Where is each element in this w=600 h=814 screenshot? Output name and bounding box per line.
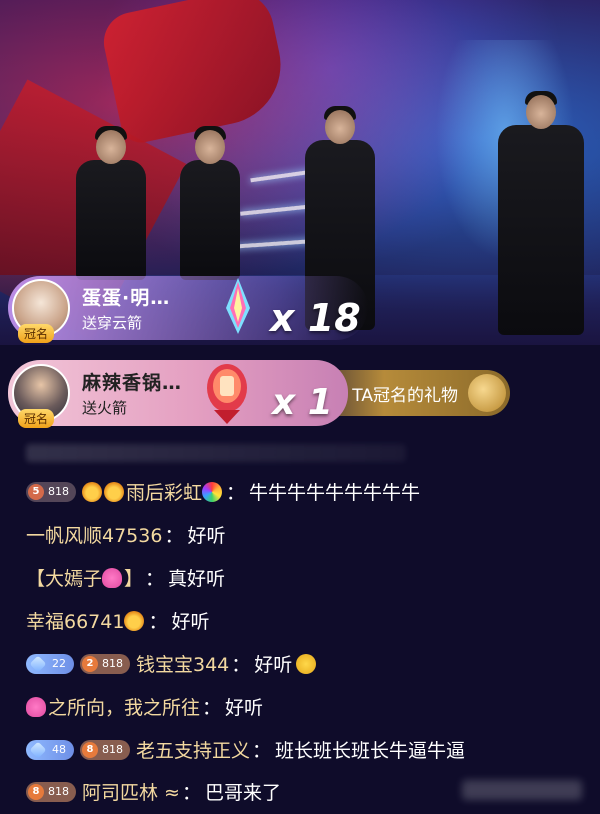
- chat-separator: ：: [231, 654, 251, 676]
- badge-dot-icon: 2: [82, 655, 98, 672]
- chat-message[interactable]: 22 2 818 钱宝宝344：好听: [26, 650, 318, 677]
- badge-dot-icon: 8: [28, 783, 44, 800]
- badge-dot-icon: [29, 655, 47, 672]
- level-badge[interactable]: 2 818: [80, 653, 130, 674]
- badge-text: 818: [48, 785, 69, 798]
- badge-text: 48: [52, 743, 66, 756]
- heart-emoji-icon: [26, 696, 46, 717]
- sponsor-tag: 冠名: [18, 409, 55, 428]
- chat-username[interactable]: 雨后彩虹: [126, 478, 202, 505]
- chat-line-faded: [26, 444, 406, 462]
- stage-robot-arm-prop: [98, 0, 292, 147]
- badge-text: 818: [48, 485, 69, 498]
- chat-username[interactable]: 阿司匹林 ≈: [82, 778, 180, 805]
- fan-badge[interactable]: 48: [26, 739, 74, 760]
- chat-message[interactable]: 一帆风顺47536：好听: [26, 521, 225, 548]
- chat-text: 牛牛牛牛牛牛牛牛牛: [249, 482, 421, 504]
- chat-username[interactable]: 【大嫣子: [26, 564, 102, 591]
- chat-text: 好听: [254, 654, 293, 676]
- performer: [76, 126, 146, 280]
- fan-badge[interactable]: 22: [26, 653, 74, 674]
- chat-separator: ：: [145, 568, 165, 590]
- sponsor-tag: 冠名: [18, 324, 55, 343]
- badge-dot-icon: 8: [82, 741, 98, 758]
- chat-username-suffix: 】: [124, 568, 144, 590]
- chat-message[interactable]: 【大嫣子】：真好听: [26, 564, 225, 591]
- chat-message[interactable]: 48 8 818 老五支持正义：班长班长班长牛逼牛逼: [26, 736, 465, 763]
- avatar[interactable]: 冠名: [12, 279, 70, 343]
- lion-emoji-icon: [124, 610, 145, 631]
- rainbow-emoji-icon: [202, 481, 223, 502]
- chat-message[interactable]: 8 818 阿司匹林 ≈：巴哥来了: [26, 778, 281, 805]
- performer: [498, 91, 584, 335]
- level-badge[interactable]: 8 818: [26, 781, 76, 802]
- rocket-gift-icon: [207, 364, 247, 424]
- gift-count: x 1: [272, 382, 333, 423]
- chat-text: 巴哥来了: [204, 782, 281, 804]
- heart-emoji-icon: [102, 567, 123, 588]
- lion-emoji-icon: [82, 481, 102, 502]
- badge-text: 22: [52, 657, 66, 670]
- avatar[interactable]: 冠名: [12, 364, 70, 428]
- badge-dot-icon: [29, 741, 47, 758]
- sponsor-gifts-label: TA冠名的礼物: [352, 385, 458, 406]
- chat-text: 班长班长班长牛逼牛逼: [275, 740, 466, 762]
- gift-sender-name[interactable]: 蛋蛋·明…: [82, 283, 170, 310]
- gift-action: 送穿云箭: [82, 314, 143, 332]
- arrow-gift-icon: [226, 278, 250, 334]
- performer: [180, 126, 240, 280]
- chat-separator: ：: [164, 525, 184, 547]
- chat-separator: ：: [202, 697, 222, 719]
- chat-username[interactable]: 之所向，我之所往: [48, 693, 200, 720]
- chat-text: 真好听: [168, 568, 226, 590]
- level-badge[interactable]: 5 818: [26, 481, 76, 502]
- smile-emoji-icon: [296, 653, 317, 674]
- chat-username[interactable]: 钱宝宝344: [136, 650, 229, 677]
- chat-message[interactable]: 之所向，我之所往：好听: [26, 693, 263, 720]
- chat-message[interactable]: 幸福66741 ：好听: [26, 607, 209, 634]
- badge-text: 818: [102, 743, 123, 756]
- badge-text: 818: [102, 657, 123, 670]
- chat-separator: ：: [181, 782, 201, 804]
- chat-text: 好听: [187, 525, 226, 547]
- gift-count: x 18: [270, 296, 361, 340]
- chat-separator: ：: [226, 482, 246, 504]
- level-badge[interactable]: 8 818: [80, 739, 130, 760]
- gift-sender-name[interactable]: 麻辣香锅…: [82, 368, 182, 395]
- watermark: [462, 780, 582, 800]
- chat-username[interactable]: 老五支持正义: [136, 736, 250, 763]
- chat-separator: ：: [148, 611, 168, 633]
- lion-emoji-icon: [104, 481, 124, 502]
- chat-text: 好听: [225, 697, 264, 719]
- badge-dot-icon: 5: [28, 483, 44, 500]
- chat-message[interactable]: 5 818 雨后彩虹 ：牛牛牛牛牛牛牛牛牛: [26, 478, 420, 505]
- chat-separator: ：: [252, 740, 272, 762]
- chat-username[interactable]: 幸福66741: [26, 607, 124, 634]
- gift-action: 送火箭: [82, 399, 128, 417]
- chat-username[interactable]: 一帆风顺47536: [26, 521, 162, 548]
- chat-text: 好听: [171, 611, 210, 633]
